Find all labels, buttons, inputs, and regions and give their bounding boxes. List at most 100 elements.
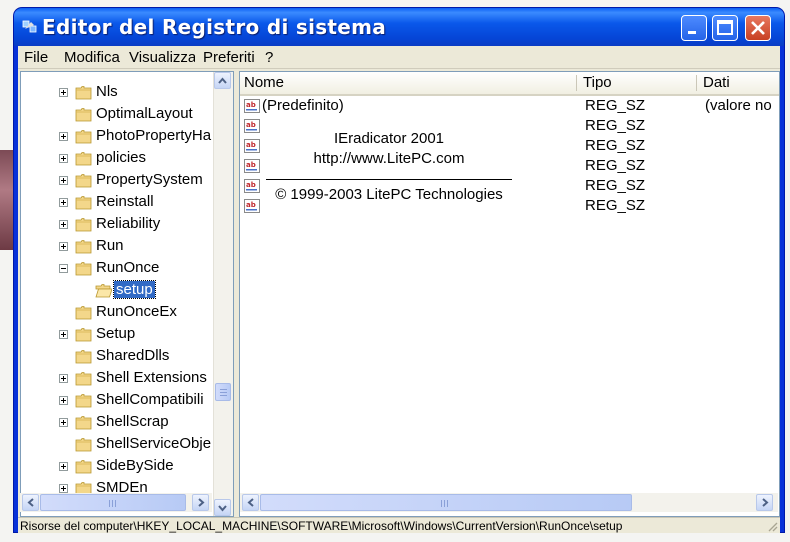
tree-vertical-scrollbar[interactable]	[213, 72, 233, 516]
maximize-button[interactable]	[712, 15, 738, 41]
value-type: REG_SZ	[585, 97, 646, 114]
tree-node[interactable]: Setup	[21, 324, 213, 346]
column-type[interactable]: Tipo	[583, 74, 612, 91]
status-path: Risorse del computer\HKEY_LOCAL_MACHINE\…	[20, 519, 623, 533]
expand-icon[interactable]	[59, 154, 68, 163]
folder-icon	[75, 107, 92, 122]
tree-node[interactable]: Reinstall	[21, 192, 213, 214]
about-divider	[266, 179, 512, 180]
expand-icon[interactable]	[59, 242, 68, 251]
tree-node[interactable]: ShellServiceObje	[21, 434, 213, 456]
tree-node[interactable]: SharedDlls	[21, 346, 213, 368]
svg-text:ab: ab	[246, 181, 256, 189]
column-data[interactable]: Dati	[703, 74, 730, 91]
chevron-down-icon	[218, 505, 227, 512]
resize-grip-icon[interactable]	[766, 520, 778, 532]
column-name[interactable]: Nome	[244, 74, 284, 91]
folder-icon	[75, 349, 92, 364]
list-hscroll-thumb[interactable]	[260, 494, 632, 511]
tree-node[interactable]: PropertySystem	[21, 170, 213, 192]
tree-node[interactable]: policies	[21, 148, 213, 170]
scroll-down-button[interactable]	[214, 499, 231, 516]
expand-icon[interactable]	[59, 418, 68, 427]
tree-node[interactable]: RunOnce	[21, 258, 213, 280]
minimize-button[interactable]	[681, 15, 707, 41]
scroll-up-button[interactable]	[214, 72, 231, 89]
window-title: Editor del Registro di sistema	[42, 15, 387, 39]
tree-node-label: Reliability	[96, 215, 161, 232]
tree-node-label: RunOnceEx	[96, 303, 177, 320]
expand-icon[interactable]	[59, 176, 68, 185]
chevron-left-icon	[247, 498, 254, 507]
tree-node[interactable]: setup	[21, 280, 213, 302]
value-type: REG_SZ	[585, 137, 646, 154]
expand-icon[interactable]	[59, 462, 68, 471]
chevron-left-icon	[27, 498, 34, 507]
expand-icon[interactable]	[59, 484, 68, 493]
tree-node-label: SideBySide	[96, 457, 174, 474]
tree-node[interactable]: ShellCompatibili	[21, 390, 213, 412]
folder-icon	[75, 195, 92, 210]
folder-icon	[75, 129, 92, 144]
tree-node-label: Reinstall	[96, 193, 154, 210]
tree-node[interactable]: Shell Extensions	[21, 368, 213, 390]
expand-icon[interactable]	[59, 220, 68, 229]
tree-node-label: RunOnce	[96, 259, 160, 276]
tree-hscroll-thumb[interactable]	[40, 494, 186, 511]
chevron-right-icon	[198, 498, 205, 507]
value-type: REG_SZ	[585, 197, 646, 214]
about-url: http://www.LitePC.com	[313, 150, 465, 167]
list-scroll-right-button[interactable]	[756, 494, 773, 511]
list-scroll-left-button[interactable]	[242, 494, 259, 511]
close-button[interactable]	[745, 15, 771, 41]
svg-text:ab: ab	[246, 121, 256, 129]
tree-scroll-thumb[interactable]	[215, 383, 231, 401]
expand-icon[interactable]	[59, 330, 68, 339]
title-bar[interactable]: Editor del Registro di sistema	[14, 8, 784, 46]
tree-node[interactable]: ShellScrap	[21, 412, 213, 434]
list-horizontal-scrollbar[interactable]	[240, 493, 778, 512]
maximize-icon	[717, 20, 733, 35]
tree-scroll-right-button[interactable]	[192, 494, 209, 511]
tree-scroll-left-button[interactable]	[22, 494, 39, 511]
menu-modifica[interactable]: Modifica	[64, 49, 120, 66]
expand-icon[interactable]	[59, 132, 68, 141]
svg-text:ab: ab	[246, 161, 256, 169]
expand-icon[interactable]	[59, 88, 68, 97]
tree-node[interactable]: Reliability	[21, 214, 213, 236]
registry-tree[interactable]: Nls OptimalLayout PhotoPropertyHa policies P…	[20, 71, 234, 517]
menu-file[interactable]: File	[24, 49, 48, 66]
expand-icon[interactable]	[59, 198, 68, 207]
expand-icon[interactable]	[59, 374, 68, 383]
tree-node-label: Nls	[96, 83, 118, 100]
folder-icon	[75, 393, 92, 408]
tree-node[interactable]: Run	[21, 236, 213, 258]
tree-node[interactable]: Nls	[21, 82, 213, 104]
tree-horizontal-scrollbar[interactable]	[20, 493, 212, 512]
tree-node[interactable]: SideBySide	[21, 456, 213, 478]
tree-node-label: Setup	[96, 325, 136, 342]
folder-icon	[75, 459, 92, 474]
collapse-icon[interactable]	[59, 264, 68, 273]
tree-node-label: setup	[113, 280, 156, 299]
tree-node[interactable]: PhotoPropertyHa	[21, 126, 213, 148]
value-type: REG_SZ	[585, 117, 646, 134]
tree-node[interactable]: RunOnceEx	[21, 302, 213, 324]
chevron-up-icon	[218, 77, 227, 84]
tree-node-label: Run	[96, 237, 124, 254]
menu-help[interactable]: ?	[265, 49, 273, 66]
folder-icon	[75, 239, 92, 254]
menu-visualizza[interactable]: Visualizza	[129, 49, 195, 66]
tree-node-label: OptimalLayout	[96, 105, 193, 122]
tree-node-label: Shell Extensions	[96, 369, 207, 386]
folder-icon	[75, 173, 92, 188]
expand-icon[interactable]	[59, 396, 68, 405]
folder-icon	[75, 305, 92, 320]
menu-preferiti[interactable]: Preferiti	[203, 49, 255, 66]
values-list[interactable]: Nome Tipo Dati ab (Predefinito) REG_SZ (val…	[239, 71, 780, 517]
tree-node-label: ShellServiceObje	[96, 435, 212, 452]
svg-text:ab: ab	[246, 141, 256, 149]
value-row[interactable]: ab (Predefinito) REG_SZ (valore no	[240, 97, 779, 119]
menu-bar: File Modifica Visualizza Preferiti ?	[18, 46, 780, 69]
tree-node[interactable]: OptimalLayout	[21, 104, 213, 126]
